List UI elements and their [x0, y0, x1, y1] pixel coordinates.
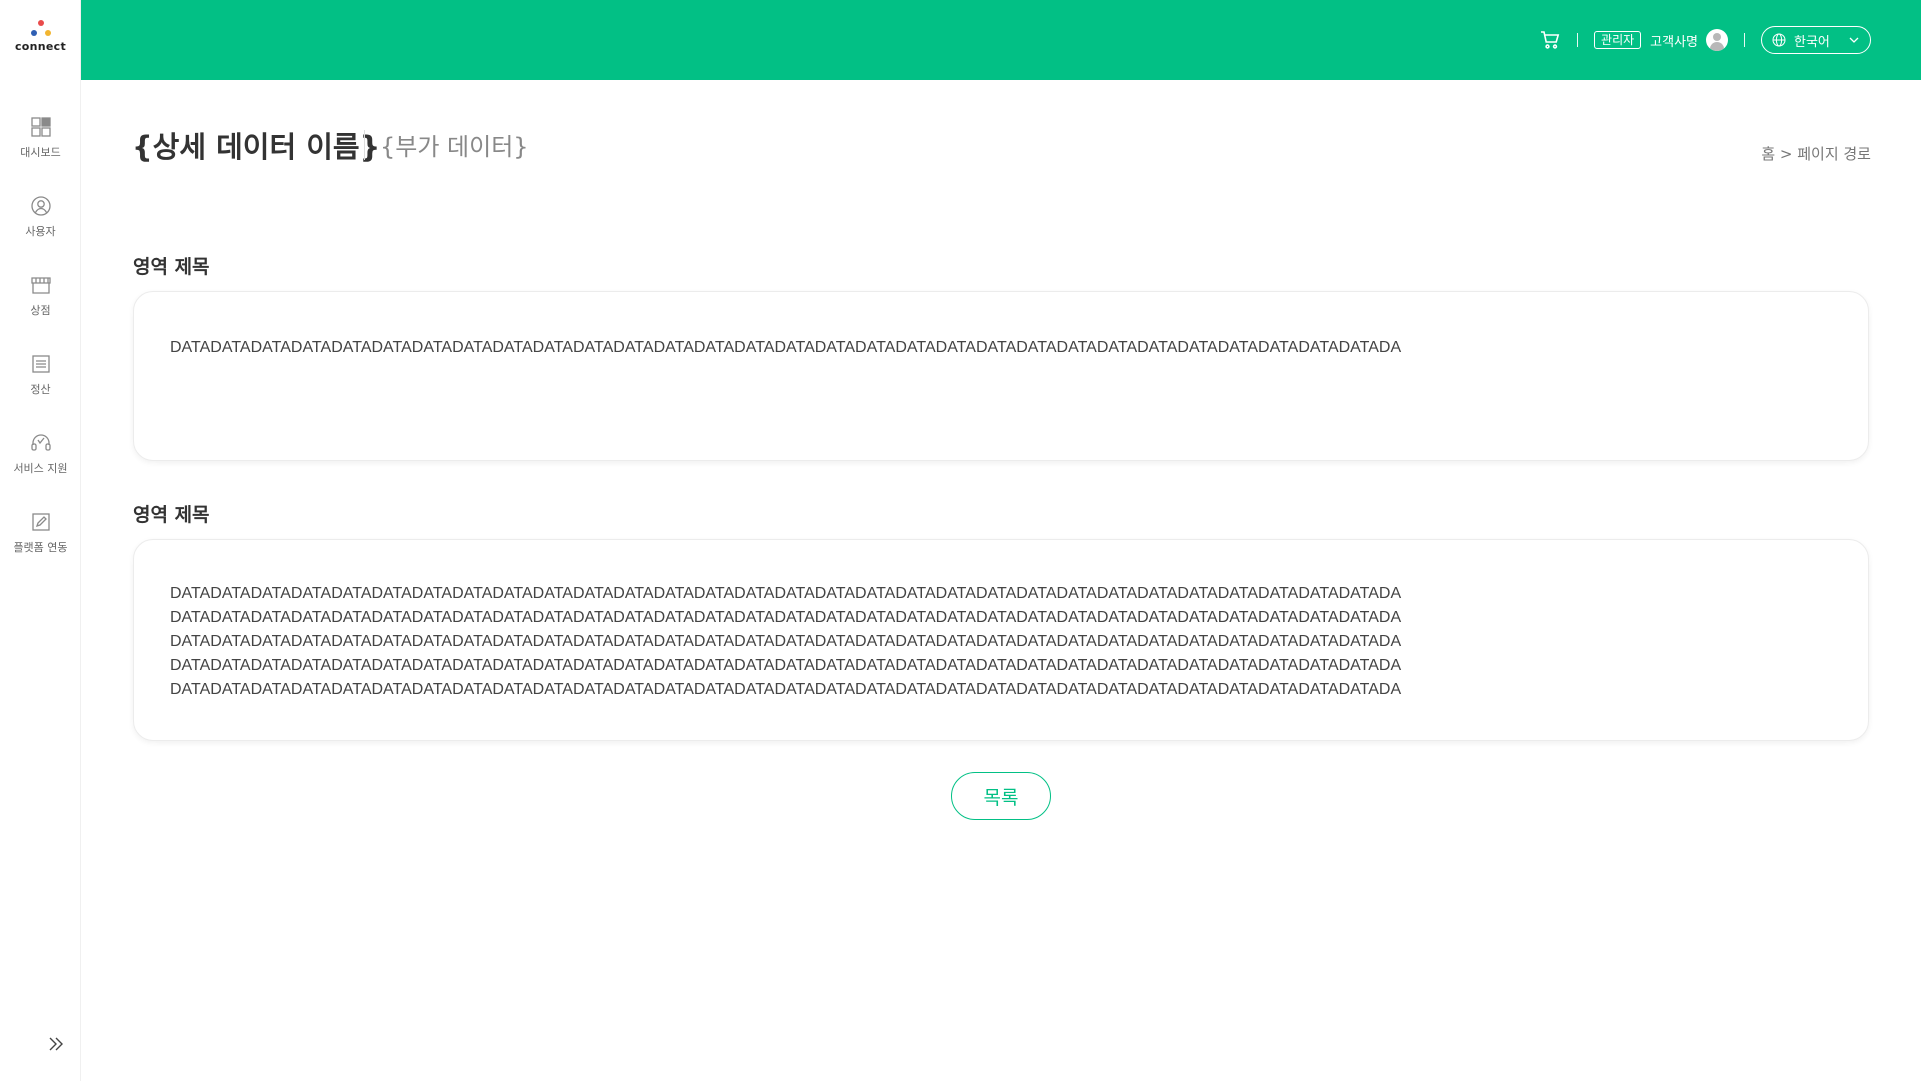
page-title: {상세 데이터 이름}	[132, 130, 381, 164]
data-line: DATADATADATADATADATADATADATADATADATADATA…	[170, 681, 1402, 698]
language-select[interactable]: 한국어	[1761, 26, 1871, 54]
chevron-down-icon	[1848, 34, 1860, 46]
sidebar-item-label: 상점	[30, 304, 51, 317]
sidebar-item-label: 대시보드	[20, 146, 61, 159]
cart-icon[interactable]	[1539, 29, 1561, 51]
sidebar-nav: 대시보드 사용자 상점 정산 서비스 지원 플랫폼 연동	[0, 113, 81, 587]
customer-name[interactable]: 고객사명	[1650, 31, 1698, 50]
sidebar-item-label: 정산	[30, 383, 51, 396]
section-title: 영역 제목	[133, 504, 210, 526]
sidebar-item-store[interactable]: 상점	[0, 271, 81, 350]
globe-icon	[1772, 33, 1786, 47]
sidebar-item-users[interactable]: 사용자	[0, 192, 81, 271]
sidebar: connect 대시보드 사용자 상점 정산 서비스 지원 플랫폼 연동	[0, 0, 81, 1081]
sidebar-item-label: 서비스 지원	[13, 462, 68, 475]
language-label: 한국어	[1794, 34, 1830, 50]
section-card: DATADATADATADATADATADATADATADATADATADATA…	[133, 539, 1869, 741]
sidebar-item-platform[interactable]: 플랫폼 연동	[0, 508, 81, 587]
user-icon	[30, 195, 52, 217]
store-icon	[30, 274, 52, 296]
sidebar-item-label: 플랫폼 연동	[13, 541, 68, 554]
data-line: DATADATADATADATADATADATADATADATADATADATA…	[170, 339, 1402, 356]
app-logo[interactable]: connect	[0, 20, 81, 53]
edit-icon	[30, 511, 52, 533]
logo-mark	[29, 20, 53, 38]
data-line: DATADATADATADATADATADATADATADATADATADATA…	[170, 585, 1402, 602]
data-line: DATADATADATADATADATADATADATADATADATADATA…	[170, 609, 1402, 626]
data-line: DATADATADATADATADATADATADATADATADATADATA…	[170, 657, 1402, 674]
sidebar-item-dashboard[interactable]: 대시보드	[0, 113, 81, 192]
double-chevron-right-icon	[45, 1033, 67, 1055]
avatar[interactable]	[1706, 29, 1728, 51]
section-title: 영역 제목	[133, 256, 210, 278]
breadcrumb: 홈 > 페이지 경로	[1761, 145, 1871, 163]
logo-text: connect	[14, 40, 67, 53]
header-divider	[1577, 33, 1579, 47]
header-divider	[1744, 33, 1745, 47]
page-subtitle: {부가 데이터}	[380, 133, 529, 161]
section-card: DATADATADATADATADATADATADATADATADATADATA…	[133, 291, 1869, 461]
top-header: 관리자 고객사명 한국어	[81, 0, 1921, 80]
header-actions: 관리자 고객사명 한국어	[1539, 24, 1871, 56]
sidebar-item-settlement[interactable]: 정산	[0, 350, 81, 429]
dashboard-icon	[30, 116, 52, 138]
data-line: DATADATADATADATADATADATADATADATADATADATA…	[170, 633, 1402, 650]
settlement-icon	[30, 353, 52, 375]
list-button[interactable]: 목록	[951, 772, 1051, 820]
sidebar-collapse-button[interactable]	[45, 1033, 67, 1055]
headset-icon	[30, 432, 52, 454]
sidebar-item-label: 사용자	[25, 225, 56, 238]
role-badge: 관리자	[1594, 31, 1642, 49]
sidebar-item-support[interactable]: 서비스 지원	[0, 429, 81, 508]
title-divider	[364, 130, 365, 160]
